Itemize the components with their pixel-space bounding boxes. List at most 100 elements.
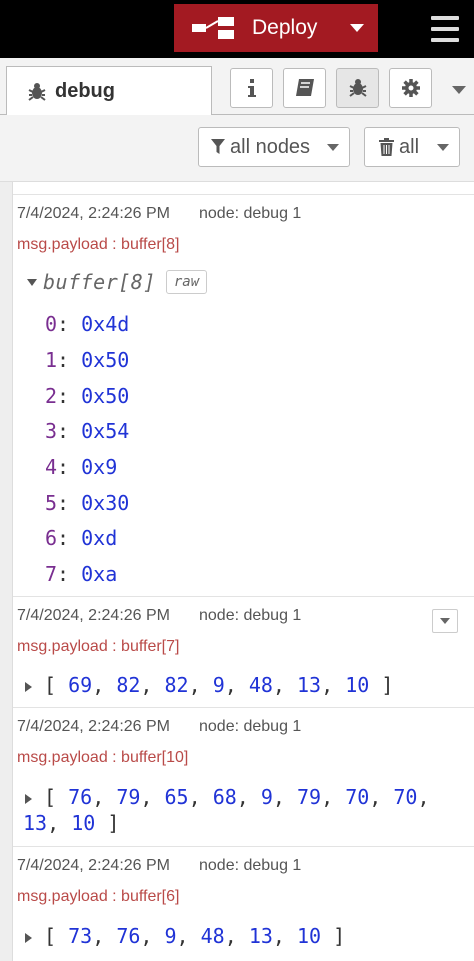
buffer-tree-label: buffer[8] <box>43 270 156 294</box>
chevron-down-icon <box>327 144 339 151</box>
tab-menu-button[interactable] <box>452 82 466 100</box>
debug-toolbar: all nodes all <box>0 115 474 182</box>
buffer-index: 1 <box>45 348 58 372</box>
buffer-index: 7 <box>45 562 58 586</box>
debug-message: 7/4/2024, 2:24:26 PM node: debug 1 msg.p… <box>13 846 474 961</box>
deploy-options-button[interactable] <box>336 4 378 52</box>
buffer-value: 0x4d <box>81 312 130 336</box>
scroll-gutter <box>0 182 13 961</box>
message-node[interactable]: node: debug 1 <box>199 718 301 736</box>
buffer-index: 2 <box>45 384 58 408</box>
buffer-row: 2: 0x50 <box>45 384 130 408</box>
caret-down-icon <box>27 278 37 286</box>
array-value: 10 <box>71 811 96 835</box>
buffer-value: 0x54 <box>81 419 130 443</box>
filter-label: all nodes <box>230 135 311 158</box>
header-bar: Deploy <box>0 0 474 58</box>
message-topic: msg.payload : buffer[6] <box>17 888 180 905</box>
info-icon <box>247 79 256 97</box>
message-timestamp: 7/4/2024, 2:24:26 PM <box>17 205 170 222</box>
array-value: 10 <box>297 924 322 948</box>
bug-icon <box>348 79 367 97</box>
deploy-button[interactable]: Deploy <box>174 4 336 52</box>
chevron-down-icon <box>350 23 364 32</box>
raw-format-button[interactable]: raw <box>165 270 208 294</box>
message-timestamp: 7/4/2024, 2:24:26 PM <box>17 607 170 624</box>
caret-right-icon <box>25 682 32 692</box>
hamburger-icon <box>431 16 459 20</box>
array-value: 79 <box>297 785 322 809</box>
help-button[interactable] <box>283 68 326 108</box>
buffer-row: 5: 0x30 <box>45 491 130 515</box>
array-value: 76 <box>116 924 141 948</box>
array-value: 13 <box>248 924 273 948</box>
buffer-index: 0 <box>45 312 58 336</box>
array-value: 69 <box>68 673 93 697</box>
filter-nodes-button[interactable]: all nodes <box>198 127 350 167</box>
message-node[interactable]: node: debug 1 <box>199 857 301 875</box>
array-value: 82 <box>164 673 189 697</box>
debug-message-list[interactable]: 7/4/2024, 2:24:26 PM node: debug 1 msg.p… <box>0 182 474 961</box>
message-timestamp: 7/4/2024, 2:24:26 PM <box>17 718 170 735</box>
gear-icon <box>401 79 420 97</box>
array-value: 9 <box>164 924 177 948</box>
buffer-value: 0x50 <box>81 348 130 372</box>
buffer-value: 0x30 <box>81 491 130 515</box>
info-button[interactable] <box>230 68 273 108</box>
array-value: 9 <box>260 785 273 809</box>
array-value: 65 <box>164 785 189 809</box>
array-value: 13 <box>23 811 48 835</box>
array-preview[interactable]: [ 76, 79, 65, 68, 9, 79, 70, 70, <box>25 785 430 809</box>
caret-right-icon <box>25 933 32 943</box>
debug-button[interactable] <box>336 68 379 108</box>
deploy-button-group: Deploy <box>174 4 378 52</box>
buffer-value: 0xa <box>81 562 118 586</box>
debug-message: 7/4/2024, 2:24:26 PM node: debug 1 msg.p… <box>13 596 474 707</box>
buffer-index: 6 <box>45 526 58 550</box>
config-button[interactable] <box>389 68 432 108</box>
buffer-value: 0x9 <box>81 455 118 479</box>
debug-message: 7/4/2024, 2:24:26 PM node: debug 1 msg.p… <box>13 194 474 596</box>
deploy-flow-icon <box>192 17 234 39</box>
array-value: 82 <box>116 673 141 697</box>
buffer-value: 0x50 <box>81 384 130 408</box>
hamburger-icon-line <box>431 27 459 31</box>
buffer-index: 5 <box>45 491 58 515</box>
message-topic: msg.payload : buffer[7] <box>17 638 180 655</box>
array-value: 70 <box>345 785 370 809</box>
array-preview[interactable]: [ 69, 82, 82, 9, 48, 13, 10 ] <box>25 673 393 697</box>
message-node[interactable]: node: debug 1 <box>199 205 301 223</box>
array-value: 68 <box>212 785 237 809</box>
array-value: 48 <box>248 673 273 697</box>
buffer-index: 3 <box>45 419 58 443</box>
buffer-value: 0xd <box>81 526 118 550</box>
array-value: 9 <box>212 673 225 697</box>
clear-messages-button[interactable]: all <box>364 127 460 167</box>
array-preview-continued: 13, 10 ] <box>23 811 120 835</box>
main-menu-button[interactable] <box>426 12 464 46</box>
sidebar-tab-bar: debug <box>0 58 474 116</box>
buffer-row: 0: 0x4d <box>45 312 130 336</box>
array-value: 13 <box>297 673 322 697</box>
message-node[interactable]: node: debug 1 <box>199 607 301 625</box>
funnel-icon <box>211 139 225 154</box>
buffer-row: 1: 0x50 <box>45 348 130 372</box>
buffer-row: 4: 0x9 <box>45 455 118 479</box>
tab-debug[interactable]: debug <box>6 66 212 116</box>
array-value: 48 <box>200 924 225 948</box>
trash-icon <box>379 138 394 156</box>
message-tools-button[interactable] <box>432 609 458 633</box>
array-value: 70 <box>393 785 418 809</box>
debug-message: 7/4/2024, 2:24:26 PM node: debug 1 msg.p… <box>13 707 474 846</box>
chevron-down-icon <box>437 144 449 151</box>
tab-debug-label: debug <box>55 80 115 102</box>
buffer-index: 4 <box>45 455 58 479</box>
message-timestamp: 7/4/2024, 2:24:26 PM <box>17 857 170 874</box>
buffer-row: 7: 0xa <box>45 562 118 586</box>
array-value: 76 <box>68 785 93 809</box>
chevron-down-icon <box>452 86 466 94</box>
bug-icon <box>28 82 46 101</box>
array-preview[interactable]: [ 73, 76, 9, 48, 13, 10 ] <box>25 924 345 948</box>
buffer-tree-toggle[interactable]: buffer[8] raw <box>27 270 208 294</box>
caret-right-icon <box>25 794 32 804</box>
